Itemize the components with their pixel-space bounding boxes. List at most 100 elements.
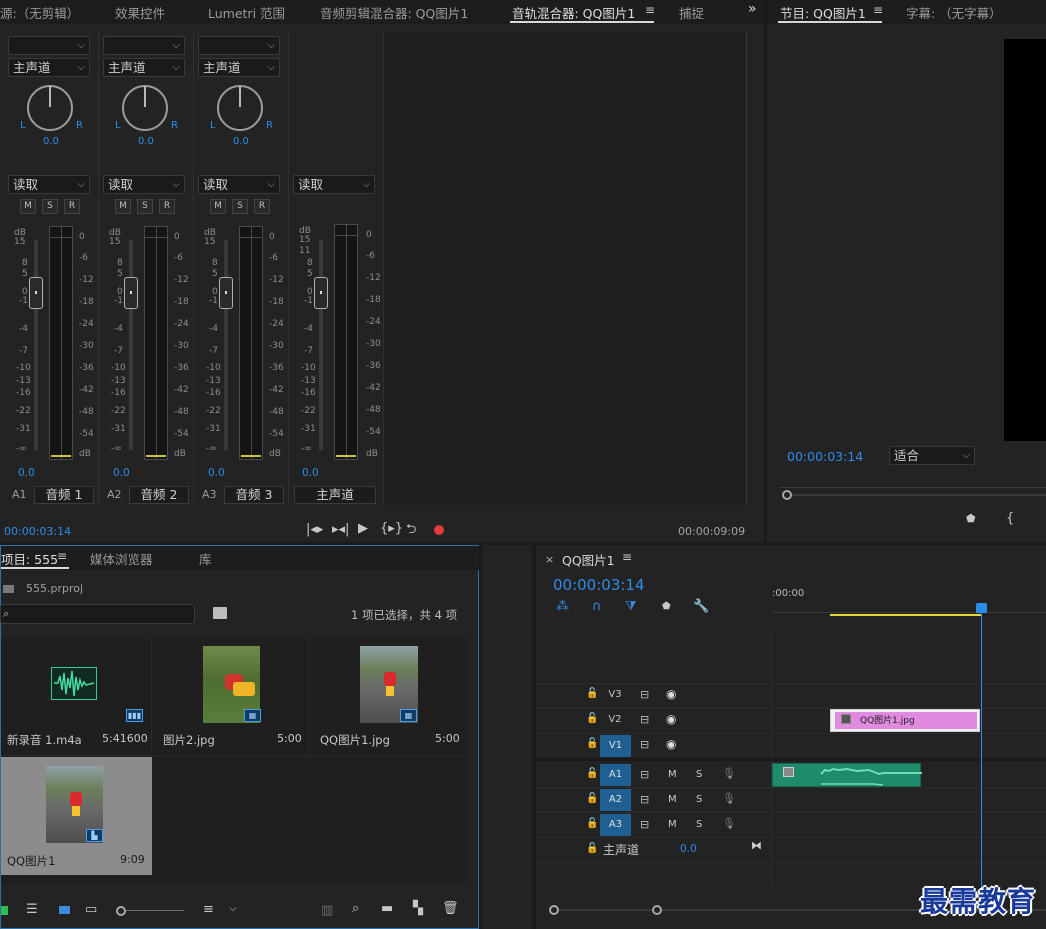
panel-menu-icon[interactable]: ≡	[57, 549, 67, 563]
timeline-scroll-end-handle[interactable]	[652, 905, 662, 915]
lock-icon[interactable]	[1, 906, 8, 915]
track-name-field[interactable]: 音频 2	[129, 486, 189, 504]
program-scroll-handle[interactable]	[782, 490, 792, 500]
lock-track-icon[interactable]: 🔓	[586, 818, 598, 829]
project-item-image[interactable]: ▦ QQ图片1.jpg 5:00	[310, 637, 467, 756]
mute-track-button[interactable]: M	[668, 794, 677, 805]
channel-mode-dropdown[interactable]: 主声道 ⌵	[103, 58, 185, 77]
panel-menu-icon[interactable]: ≡	[873, 3, 883, 17]
voice-over-record-icon[interactable]: 🎙	[722, 817, 736, 830]
solo-button[interactable]: S	[232, 199, 248, 214]
voice-over-record-icon[interactable]: 🎙	[722, 767, 736, 780]
solo-button[interactable]: S	[42, 199, 58, 214]
pan-value[interactable]: 0.0	[138, 136, 154, 147]
master-track-volume[interactable]: 0.0	[680, 843, 697, 855]
track-target-label[interactable]: V3	[600, 689, 630, 705]
sequence-tab[interactable]: QQ图片1	[562, 550, 615, 569]
mute-button[interactable]: M	[20, 199, 36, 214]
zoom-slider-track[interactable]	[126, 910, 184, 911]
lock-track-icon[interactable]: 🔓	[586, 843, 598, 854]
close-tab-icon[interactable]: ×	[545, 553, 554, 566]
track-name-field[interactable]: 音频 1	[34, 486, 94, 504]
mute-track-button[interactable]: M	[668, 819, 677, 830]
record-enable-button[interactable]: R	[159, 199, 175, 214]
volume-fader-handle[interactable]	[124, 277, 138, 309]
record-icon[interactable]	[434, 525, 444, 535]
pan-knob[interactable]	[27, 85, 73, 131]
panel-menu-icon[interactable]: ≡	[622, 550, 632, 564]
add-marker-icon[interactable]: ⬟	[966, 512, 976, 525]
zoom-slider-handle[interactable]	[116, 906, 126, 916]
automation-mode-dropdown[interactable]: 读取 ⌵	[103, 175, 185, 194]
volume-fader-handle[interactable]	[219, 277, 233, 309]
loop-in-out-icon[interactable]: {▸}	[380, 521, 403, 536]
snap-icon[interactable]: ⁂	[556, 599, 569, 614]
toggle-sync-lock-icon[interactable]: ⊟	[640, 818, 649, 831]
volume-value[interactable]: 0.0	[302, 467, 319, 479]
track-name-field[interactable]: 音频 3	[224, 486, 284, 504]
lock-track-icon[interactable]: 🔓	[586, 738, 598, 749]
current-timecode[interactable]: 00:00:03:14	[4, 525, 71, 538]
program-timecode[interactable]: 00:00:03:14	[787, 449, 863, 464]
lock-track-icon[interactable]: 🔓	[586, 688, 598, 699]
eye-icon[interactable]: ◉	[666, 712, 676, 726]
volume-value[interactable]: 0.0	[208, 467, 225, 479]
go-to-in-icon[interactable]: |◂▸	[306, 522, 323, 537]
nest-sequence-icon[interactable]: ⧩	[625, 599, 637, 614]
go-to-end-icon[interactable]: ⧓	[751, 839, 762, 852]
solo-track-button[interactable]: S	[696, 794, 702, 805]
lock-track-icon[interactable]: 🔓	[586, 768, 598, 779]
lock-track-icon[interactable]: 🔓	[586, 793, 598, 804]
record-enable-button[interactable]: R	[64, 199, 80, 214]
channel-mode-dropdown[interactable]: 主声道 ⌵	[198, 58, 280, 77]
pan-knob[interactable]	[122, 85, 168, 131]
linked-selection-icon[interactable]: ∩	[592, 599, 602, 614]
project-item-image[interactable]: ▦ 图片2.jpg 5:00	[153, 637, 309, 756]
track-target-label[interactable]: V1	[600, 735, 631, 757]
audio-clip[interactable]	[772, 763, 922, 787]
toggle-sync-lock-icon[interactable]: ⊟	[640, 713, 649, 726]
chevron-down-icon[interactable]: ⌵	[229, 903, 237, 914]
eye-icon[interactable]: ◉	[666, 687, 676, 701]
work-area-bar[interactable]	[830, 614, 981, 616]
solo-track-button[interactable]: S	[696, 819, 702, 830]
mixer-scrollbar[interactable]	[746, 32, 747, 506]
automate-to-sequence-icon[interactable]: ▥	[321, 903, 333, 918]
toggle-sync-lock-icon[interactable]: ⊟	[640, 793, 649, 806]
toggle-sync-lock-icon[interactable]: ⊟	[640, 738, 649, 751]
lock-track-icon[interactable]: 🔓	[586, 713, 598, 724]
pan-value[interactable]: 0.0	[43, 136, 59, 147]
timeline-scroll-start-handle[interactable]	[549, 905, 559, 915]
effect-select-dropdown[interactable]: ⌵	[103, 36, 185, 55]
overflow-tabs-icon[interactable]: »	[748, 1, 757, 17]
playhead-handle[interactable]	[976, 603, 987, 613]
toggle-sync-lock-icon[interactable]: ⊟	[640, 768, 649, 781]
program-scroll-track[interactable]	[785, 494, 1046, 496]
mute-button[interactable]: M	[115, 199, 131, 214]
play-icon[interactable]: ▶	[358, 521, 368, 536]
effect-select-dropdown[interactable]: ⌵	[198, 36, 280, 55]
tab-media-browser[interactable]: 媒体浏览器	[90, 549, 153, 568]
tab-audio-track-mixer[interactable]: 音轨混合器: QQ图片1	[512, 3, 635, 22]
clear-trash-icon[interactable]: 🗑	[442, 901, 459, 916]
panel-menu-icon[interactable]: ≡	[645, 3, 655, 17]
tab-program[interactable]: 节目: QQ图片1	[780, 3, 866, 22]
find-icon[interactable]: ⌕	[352, 901, 359, 916]
automation-mode-dropdown[interactable]: 读取 ⌵	[293, 175, 375, 194]
mark-in-icon[interactable]: {	[1006, 511, 1014, 526]
list-view-icon[interactable]: ☰	[26, 902, 38, 917]
voice-over-record-icon[interactable]: 🎙	[722, 792, 736, 805]
freeform-view-icon[interactable]: ▭	[85, 902, 97, 917]
volume-fader-handle[interactable]	[314, 277, 328, 309]
project-item-sequence[interactable]: ▙ QQ图片1 9:09	[1, 757, 152, 875]
project-item-audio[interactable]: ▮▮▮ 新录音 1.m4a 5:41600	[1, 637, 152, 756]
tab-capture[interactable]: 捕捉	[679, 3, 704, 22]
new-item-icon[interactable]: ▚	[413, 901, 423, 916]
channel-mode-dropdown[interactable]: 主声道 ⌵	[8, 58, 90, 77]
solo-button[interactable]: S	[137, 199, 153, 214]
time-ruler[interactable]	[772, 601, 1046, 613]
solo-track-button[interactable]: S	[696, 769, 702, 780]
mute-button[interactable]: M	[210, 199, 226, 214]
sort-icons-icon[interactable]: ≡	[203, 902, 214, 917]
mute-track-button[interactable]: M	[668, 769, 677, 780]
